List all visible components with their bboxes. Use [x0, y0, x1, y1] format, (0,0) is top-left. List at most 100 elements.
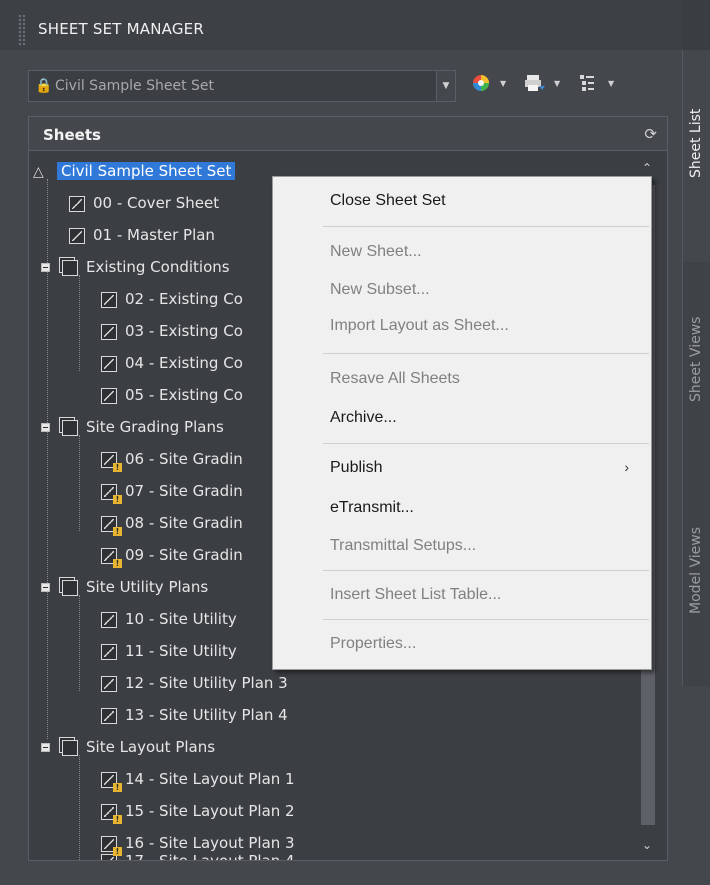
tree-sheet[interactable]: 10 - Site Utility [101, 605, 237, 633]
menu-item-new-sheet[interactable]: New Sheet... [330, 243, 422, 261]
tree-row-label: 17 - Site Layout Plan 4 [125, 852, 295, 860]
sheet-icon [101, 611, 117, 628]
subset-icon [62, 579, 78, 596]
subset-icon [62, 419, 78, 436]
tree-sheet[interactable]: 00 - Cover Sheet [69, 189, 219, 217]
sheet-icon [101, 291, 117, 308]
tree-sheet[interactable]: 11 - Site Utility [101, 637, 237, 665]
tree-row-label: Site Grading Plans [86, 418, 224, 436]
sheet-icon [101, 675, 117, 692]
tree-subset[interactable]: Existing Conditions [41, 253, 230, 281]
tree-subset[interactable]: Site Utility Plans [41, 573, 208, 601]
submenu-arrow-icon: › [624, 459, 629, 475]
collapse-icon[interactable] [41, 423, 50, 432]
sheet-warning-icon [101, 771, 122, 792]
dropdown-arrow-icon[interactable]: ▼ [436, 71, 455, 101]
tree-sheet[interactable]: 17 - Site Layout Plan 4 [101, 847, 295, 860]
tab-model-views[interactable]: Model Views [682, 474, 710, 686]
subset-icon [62, 259, 78, 276]
sheet-icon [101, 323, 117, 340]
color-wheel-icon[interactable] [472, 74, 490, 96]
menu-item-publish[interactable]: Publish [330, 459, 382, 477]
tab-sheet-list[interactable]: Sheet List [682, 50, 710, 262]
collapse-icon[interactable] [41, 743, 50, 752]
publish-printer-icon[interactable] [524, 74, 546, 96]
sheet-icon [69, 195, 85, 212]
tree-sheet[interactable]: 15 - Site Layout Plan 2 [101, 797, 295, 825]
tree-row-label: 15 - Site Layout Plan 2 [125, 802, 295, 820]
tree-sheet[interactable]: 08 - Site Gradin [101, 509, 243, 537]
tree-sheet[interactable]: 09 - Site Gradin [101, 541, 243, 569]
tab-sheet-list-label: Sheet List [688, 108, 704, 178]
menu-item-new-subset[interactable]: New Subset... [330, 281, 430, 299]
tree-row-label: 02 - Existing Co [125, 290, 243, 308]
options-dropdown-icon[interactable]: ▼ [608, 79, 614, 88]
collapse-icon[interactable] [41, 263, 50, 272]
sheet-set-selector-value: Civil Sample Sheet Set [55, 78, 215, 94]
color-wheel-dropdown-icon[interactable]: ▼ [500, 79, 506, 88]
tree-sheet[interactable]: 14 - Site Layout Plan 1 [101, 765, 295, 793]
tree-sheet[interactable]: 03 - Existing Co [101, 317, 243, 345]
menu-item-properties[interactable]: Properties... [330, 635, 416, 653]
menu-separator [323, 226, 649, 227]
menu-item-insert-sheet-list-table[interactable]: Insert Sheet List Table... [330, 586, 501, 604]
sheet-set-selector[interactable]: 🔒 Civil Sample Sheet Set ▼ [28, 70, 456, 102]
tree-row-label: Existing Conditions [86, 258, 230, 276]
tab-sheet-views[interactable]: Sheet Views [682, 262, 710, 474]
menu-separator [323, 443, 649, 444]
sheet-icon [101, 387, 117, 404]
tree-sheet[interactable]: 06 - Site Gradin [101, 445, 243, 473]
tree-sheet[interactable]: 05 - Existing Co [101, 381, 243, 409]
tree-subset[interactable]: Site Layout Plans [41, 733, 215, 761]
tree-sheet[interactable]: 13 - Site Utility Plan 4 [101, 701, 288, 729]
scroll-up-icon[interactable]: ⌃ [642, 161, 652, 175]
tree-row-label: 03 - Existing Co [125, 322, 243, 340]
refresh-icon[interactable]: ⟳ [644, 125, 657, 143]
sheet-icon [101, 355, 117, 372]
tree-root[interactable]: △ Civil Sample Sheet Set [33, 157, 236, 185]
collapse-icon[interactable] [41, 583, 50, 592]
tree-row-label: 07 - Site Gradin [125, 482, 243, 500]
sheet-warning-icon [101, 483, 122, 504]
tree-subset[interactable]: Site Grading Plans [41, 413, 224, 441]
menu-separator [323, 619, 649, 620]
tree-connector [79, 435, 80, 531]
sheet-list-options-icon[interactable] [578, 74, 598, 96]
menu-item-archive[interactable]: Archive... [330, 409, 397, 427]
scroll-down-icon[interactable]: ⌄ [642, 838, 652, 852]
title-bar-right-strip [682, 0, 710, 50]
tree-row-label: 10 - Site Utility [125, 610, 237, 628]
menu-item-import-layout[interactable]: Import Layout as Sheet... [330, 317, 509, 335]
sheets-header-label: Sheets [43, 126, 101, 144]
sheet-warning-icon [101, 547, 122, 568]
menu-item-transmittal-setups[interactable]: Transmittal Setups... [330, 537, 476, 555]
tree-sheet[interactable]: 12 - Site Utility Plan 3 [101, 669, 288, 697]
sheet-set-icon: △ [33, 164, 44, 180]
sheets-panel-header: Sheets ⟳ [29, 117, 667, 151]
tree-row-label: 05 - Existing Co [125, 386, 243, 404]
menu-item-etransmit[interactable]: eTransmit... [330, 499, 414, 517]
tree-row-label: 13 - Site Utility Plan 4 [125, 706, 288, 724]
tree-sheet[interactable]: 04 - Existing Co [101, 349, 243, 377]
sheet-warning-icon [101, 803, 122, 824]
tree-row-label: 00 - Cover Sheet [93, 194, 220, 212]
sheet-warning-icon [101, 515, 122, 536]
menu-item-resave-all-sheets[interactable]: Resave All Sheets [330, 370, 460, 388]
palette-title: SHEET SET MANAGER [38, 20, 204, 38]
tree-connector [79, 755, 80, 860]
menu-separator [323, 353, 649, 354]
palette-grip-handle[interactable] [18, 14, 26, 46]
tree-sheet[interactable]: 02 - Existing Co [101, 285, 243, 313]
tree-row-label: 06 - Site Gradin [125, 450, 243, 468]
sheet-icon [69, 227, 85, 244]
tree-root-label: Civil Sample Sheet Set [57, 162, 236, 180]
menu-item-close-sheet-set[interactable]: Close Sheet Set [330, 192, 446, 210]
tree-sheet[interactable]: 07 - Site Gradin [101, 477, 243, 505]
publish-dropdown-icon[interactable]: ▼ [554, 79, 560, 88]
tree-sheet[interactable]: 01 - Master Plan [69, 221, 215, 249]
sheet-warning-icon [101, 451, 122, 472]
sheet-icon [101, 707, 117, 724]
lock-icon: 🔒 [35, 78, 53, 94]
sheet-icon [101, 643, 117, 660]
subset-icon [62, 739, 78, 756]
